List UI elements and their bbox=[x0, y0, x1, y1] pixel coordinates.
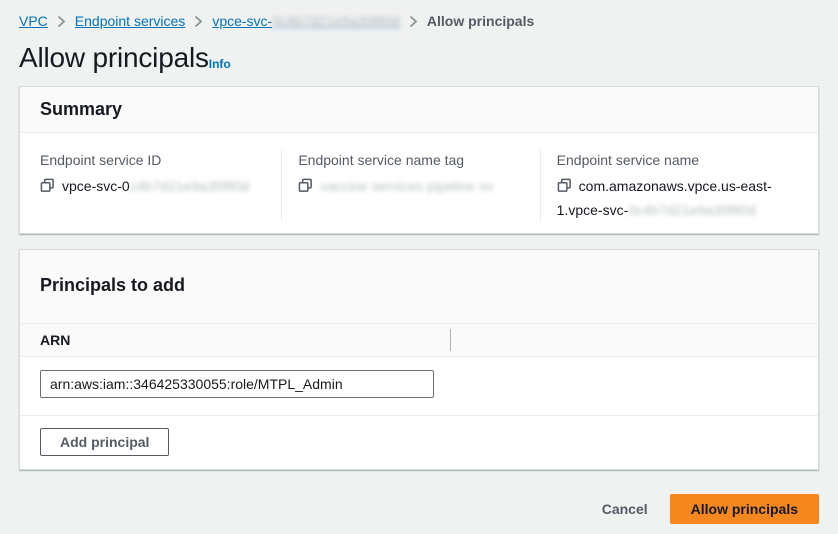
field-label: Endpoint service name bbox=[557, 150, 782, 170]
field-label: Endpoint service name tag bbox=[298, 150, 523, 170]
chevron-right-icon bbox=[57, 15, 66, 28]
chevron-right-icon bbox=[409, 15, 418, 28]
value-redacted: 0c4b7d21e9a35f80d bbox=[628, 202, 756, 218]
cancel-button[interactable]: Cancel bbox=[588, 495, 662, 523]
summary-field-endpoint-service-name: Endpoint service name com.amazonaws.vpce… bbox=[540, 150, 798, 221]
footer-actions: Cancel Allow principals bbox=[19, 494, 819, 524]
add-principal-button[interactable]: Add principal bbox=[40, 428, 169, 456]
value-redacted: c4b7d21e9a35f80d bbox=[130, 178, 250, 194]
info-link[interactable]: Info bbox=[209, 57, 231, 71]
breadcrumb-service-id-prefix: vpce-svc- bbox=[212, 13, 272, 29]
principal-row bbox=[20, 357, 818, 415]
page-title-row: Allow principals Info bbox=[19, 42, 819, 74]
page-title: Allow principals bbox=[19, 42, 209, 74]
breadcrumb-link-endpoint-services[interactable]: Endpoint services bbox=[75, 13, 186, 29]
summary-body: Endpoint service ID vpce-svc-0c4b7d21e9a… bbox=[20, 133, 818, 233]
summary-card-header: Summary bbox=[20, 87, 818, 133]
principals-heading: Principals to add bbox=[40, 275, 798, 296]
copy-icon[interactable] bbox=[40, 177, 55, 199]
arn-input[interactable] bbox=[40, 370, 434, 398]
principals-card-footer: Add principal bbox=[20, 415, 818, 469]
summary-field-endpoint-service-name-tag: Endpoint service name tag vaccine servic… bbox=[281, 150, 539, 221]
allow-principals-button[interactable]: Allow principals bbox=[670, 494, 819, 524]
breadcrumb: VPC Endpoint services vpce-svc-0c4b7d21e… bbox=[19, 13, 819, 29]
field-label: Endpoint service ID bbox=[40, 150, 265, 170]
copy-icon[interactable] bbox=[557, 177, 572, 199]
field-value: vaccine services pipeline sv bbox=[298, 175, 523, 199]
field-value: com.amazonaws.vpce.us-east-1.vpce-svc-0c… bbox=[557, 175, 782, 221]
summary-card: Summary Endpoint service ID vpce-svc-0c4… bbox=[19, 86, 819, 234]
chevron-right-icon bbox=[194, 15, 203, 28]
page-container: VPC Endpoint services vpce-svc-0c4b7d21e… bbox=[0, 0, 838, 524]
principals-card: Principals to add ARN Add principal bbox=[19, 249, 819, 470]
summary-heading: Summary bbox=[40, 99, 798, 120]
breadcrumb-service-id-redacted: 0c4b7d21e9a35f80d bbox=[272, 13, 400, 29]
principals-table-header: ARN bbox=[20, 323, 818, 357]
field-value: vpce-svc-0c4b7d21e9a35f80d bbox=[40, 175, 265, 199]
breadcrumb-current-page: Allow principals bbox=[427, 13, 534, 29]
column-header-arn: ARN bbox=[20, 329, 451, 351]
breadcrumb-link-endpoint-service-id[interactable]: vpce-svc-0c4b7d21e9a35f80d bbox=[212, 13, 400, 29]
value-visible: vpce-svc-0 bbox=[62, 178, 130, 194]
principals-card-header: Principals to add bbox=[20, 250, 818, 323]
breadcrumb-link-vpc[interactable]: VPC bbox=[19, 13, 48, 29]
summary-field-endpoint-service-id: Endpoint service ID vpce-svc-0c4b7d21e9a… bbox=[40, 150, 281, 221]
copy-icon[interactable] bbox=[298, 177, 313, 199]
value-redacted: vaccine services pipeline sv bbox=[320, 178, 493, 194]
